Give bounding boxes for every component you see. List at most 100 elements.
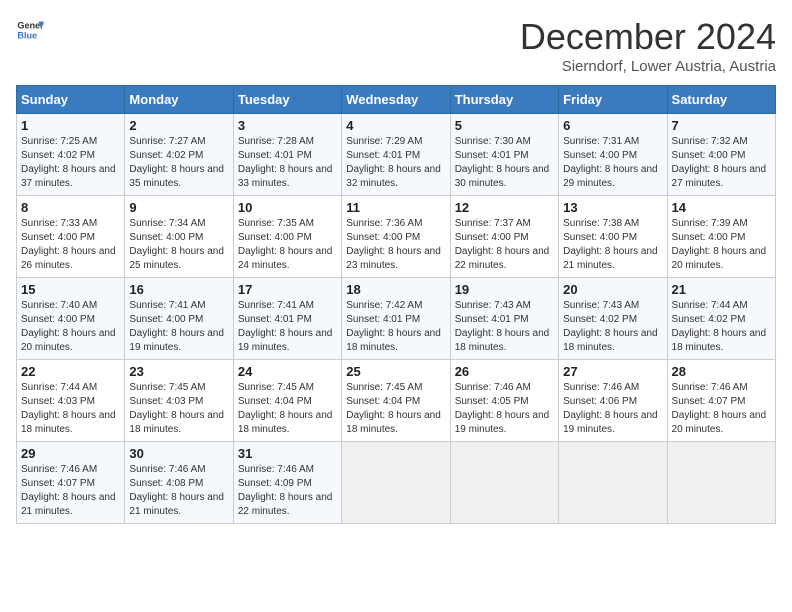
calendar-cell: 14 Sunrise: 7:39 AMSunset: 4:00 PMDayligh…	[667, 196, 775, 278]
col-header-sunday: Sunday	[17, 86, 125, 114]
day-number: 21	[672, 282, 771, 297]
calendar-week-row: 22Sunrise: 7:44 AMSunset: 4:03 PMDayligh…	[17, 360, 776, 442]
calendar-cell: 15 Sunrise: 7:40 AMSunset: 4:00 PMDayligh…	[17, 278, 125, 360]
logo-icon: General Blue	[16, 16, 44, 44]
day-number: 2	[129, 118, 228, 133]
calendar-cell: 3 Sunrise: 7:28 AMSunset: 4:01 PMDaylight…	[233, 114, 341, 196]
day-number: 18	[346, 282, 445, 297]
day-info: Sunrise: 7:25 AMSunset: 4:02 PMDaylight:…	[21, 135, 120, 191]
day-info: Sunrise: 7:27 AMSunset: 4:02 PMDaylight:…	[129, 135, 228, 191]
day-info: Sunrise: 7:44 AMSunset: 4:03 PMDaylight:…	[21, 381, 120, 437]
calendar-cell: 20Sunrise: 7:43 AMSunset: 4:02 PMDayligh…	[559, 278, 667, 360]
day-info: Sunrise: 7:40 AMSunset: 4:00 PMDaylight:…	[21, 299, 120, 355]
calendar-cell	[342, 442, 450, 524]
calendar-week-row: 15 Sunrise: 7:40 AMSunset: 4:00 PMDayligh…	[17, 278, 776, 360]
day-info: Sunrise: 7:43 AMSunset: 4:02 PMDaylight:…	[563, 299, 662, 355]
day-number: 14	[672, 200, 771, 215]
title-area: December 2024 Sierndorf, Lower Austria, …	[520, 16, 776, 75]
day-info: Sunrise: 7:44 AMSunset: 4:02 PMDaylight:…	[672, 299, 771, 355]
col-header-saturday: Saturday	[667, 86, 775, 114]
calendar-cell: 22Sunrise: 7:44 AMSunset: 4:03 PMDayligh…	[17, 360, 125, 442]
day-info: Sunrise: 7:41 AMSunset: 4:01 PMDaylight:…	[238, 299, 337, 355]
calendar-header-row: SundayMondayTuesdayWednesdayThursdayFrid…	[17, 86, 776, 114]
calendar-cell: 21 Sunrise: 7:44 AMSunset: 4:02 PMDayligh…	[667, 278, 775, 360]
day-info: Sunrise: 7:41 AMSunset: 4:00 PMDaylight:…	[129, 299, 228, 355]
day-number: 9	[129, 200, 228, 215]
calendar-cell: 2 Sunrise: 7:27 AMSunset: 4:02 PMDaylight…	[125, 114, 233, 196]
day-info: Sunrise: 7:35 AMSunset: 4:00 PMDaylight:…	[238, 217, 337, 273]
day-number: 6	[563, 118, 662, 133]
svg-text:Blue: Blue	[17, 30, 37, 40]
day-info: Sunrise: 7:37 AMSunset: 4:00 PMDaylight:…	[455, 217, 554, 273]
calendar-week-row: 1 Sunrise: 7:25 AMSunset: 4:02 PMDaylight…	[17, 114, 776, 196]
day-info: Sunrise: 7:36 AMSunset: 4:00 PMDaylight:…	[346, 217, 445, 273]
day-info: Sunrise: 7:46 AMSunset: 4:08 PMDaylight:…	[129, 463, 228, 519]
day-info: Sunrise: 7:30 AMSunset: 4:01 PMDaylight:…	[455, 135, 554, 191]
calendar-body: 1 Sunrise: 7:25 AMSunset: 4:02 PMDaylight…	[17, 114, 776, 524]
calendar-cell: 27Sunrise: 7:46 AMSunset: 4:06 PMDayligh…	[559, 360, 667, 442]
day-number: 23	[129, 364, 228, 379]
day-number: 19	[455, 282, 554, 297]
calendar-cell: 23 Sunrise: 7:45 AMSunset: 4:03 PMDayligh…	[125, 360, 233, 442]
calendar-week-row: 8 Sunrise: 7:33 AMSunset: 4:00 PMDaylight…	[17, 196, 776, 278]
calendar-cell: 24Sunrise: 7:45 AMSunset: 4:04 PMDayligh…	[233, 360, 341, 442]
col-header-monday: Monday	[125, 86, 233, 114]
calendar-cell: 17 Sunrise: 7:41 AMSunset: 4:01 PMDayligh…	[233, 278, 341, 360]
calendar-cell: 12 Sunrise: 7:37 AMSunset: 4:00 PMDayligh…	[450, 196, 558, 278]
col-header-tuesday: Tuesday	[233, 86, 341, 114]
day-info: Sunrise: 7:42 AMSunset: 4:01 PMDaylight:…	[346, 299, 445, 355]
day-number: 17	[238, 282, 337, 297]
day-info: Sunrise: 7:46 AMSunset: 4:07 PMDaylight:…	[672, 381, 771, 437]
day-number: 30	[129, 446, 228, 461]
day-info: Sunrise: 7:46 AMSunset: 4:06 PMDaylight:…	[563, 381, 662, 437]
day-number: 16	[129, 282, 228, 297]
calendar-cell: 7 Sunrise: 7:32 AMSunset: 4:00 PMDaylight…	[667, 114, 775, 196]
calendar-cell	[667, 442, 775, 524]
day-number: 3	[238, 118, 337, 133]
calendar-cell: 28 Sunrise: 7:46 AMSunset: 4:07 PMDayligh…	[667, 360, 775, 442]
calendar-cell: 31 Sunrise: 7:46 AMSunset: 4:09 PMDayligh…	[233, 442, 341, 524]
month-title: December 2024	[520, 16, 776, 58]
col-header-thursday: Thursday	[450, 86, 558, 114]
day-info: Sunrise: 7:45 AMSunset: 4:04 PMDaylight:…	[346, 381, 445, 437]
day-number: 26	[455, 364, 554, 379]
day-number: 25	[346, 364, 445, 379]
calendar-cell: 26 Sunrise: 7:46 AMSunset: 4:05 PMDayligh…	[450, 360, 558, 442]
day-number: 8	[21, 200, 120, 215]
day-number: 13	[563, 200, 662, 215]
calendar-cell: 11 Sunrise: 7:36 AMSunset: 4:00 PMDayligh…	[342, 196, 450, 278]
calendar-cell: 5 Sunrise: 7:30 AMSunset: 4:01 PMDaylight…	[450, 114, 558, 196]
day-number: 24	[238, 364, 337, 379]
day-info: Sunrise: 7:34 AMSunset: 4:00 PMDaylight:…	[129, 217, 228, 273]
day-info: Sunrise: 7:39 AMSunset: 4:00 PMDaylight:…	[672, 217, 771, 273]
day-info: Sunrise: 7:33 AMSunset: 4:00 PMDaylight:…	[21, 217, 120, 273]
day-info: Sunrise: 7:43 AMSunset: 4:01 PMDaylight:…	[455, 299, 554, 355]
day-number: 31	[238, 446, 337, 461]
day-info: Sunrise: 7:29 AMSunset: 4:01 PMDaylight:…	[346, 135, 445, 191]
calendar-cell: 29Sunrise: 7:46 AMSunset: 4:07 PMDayligh…	[17, 442, 125, 524]
header: General Blue December 2024 Sierndorf, Lo…	[16, 16, 776, 75]
day-number: 5	[455, 118, 554, 133]
day-info: Sunrise: 7:28 AMSunset: 4:01 PMDaylight:…	[238, 135, 337, 191]
logo: General Blue	[16, 16, 44, 44]
calendar-cell: 10Sunrise: 7:35 AMSunset: 4:00 PMDayligh…	[233, 196, 341, 278]
calendar-cell: 9 Sunrise: 7:34 AMSunset: 4:00 PMDaylight…	[125, 196, 233, 278]
col-header-wednesday: Wednesday	[342, 86, 450, 114]
day-info: Sunrise: 7:46 AMSunset: 4:05 PMDaylight:…	[455, 381, 554, 437]
day-info: Sunrise: 7:45 AMSunset: 4:03 PMDaylight:…	[129, 381, 228, 437]
day-number: 28	[672, 364, 771, 379]
subtitle: Sierndorf, Lower Austria, Austria	[520, 58, 776, 75]
calendar-cell	[559, 442, 667, 524]
day-number: 12	[455, 200, 554, 215]
calendar-table: SundayMondayTuesdayWednesdayThursdayFrid…	[16, 85, 776, 524]
calendar-cell: 16 Sunrise: 7:41 AMSunset: 4:00 PMDayligh…	[125, 278, 233, 360]
day-info: Sunrise: 7:46 AMSunset: 4:09 PMDaylight:…	[238, 463, 337, 519]
calendar-cell: 13Sunrise: 7:38 AMSunset: 4:00 PMDayligh…	[559, 196, 667, 278]
calendar-cell	[450, 442, 558, 524]
day-number: 11	[346, 200, 445, 215]
day-number: 7	[672, 118, 771, 133]
calendar-cell: 19 Sunrise: 7:43 AMSunset: 4:01 PMDayligh…	[450, 278, 558, 360]
day-info: Sunrise: 7:32 AMSunset: 4:00 PMDaylight:…	[672, 135, 771, 191]
day-number: 15	[21, 282, 120, 297]
day-number: 1	[21, 118, 120, 133]
